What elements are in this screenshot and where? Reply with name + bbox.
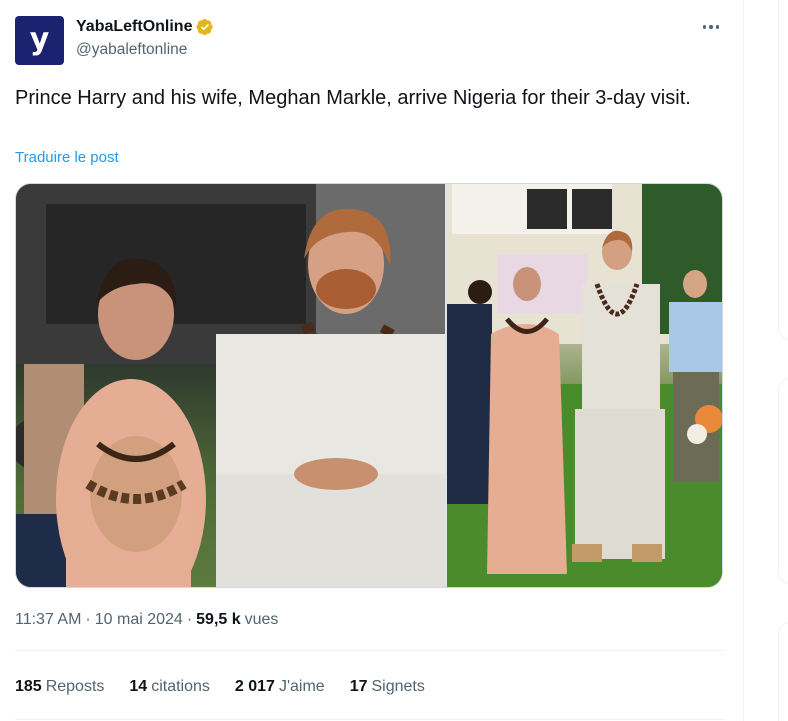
- views-count: 59,5 k: [196, 611, 241, 628]
- engagement-row: 185 Reposts 14 citations 2 017 J'aime 17…: [15, 678, 425, 696]
- tweet-time[interactable]: 11:37 AM: [15, 611, 81, 629]
- likes-count: 2 017: [234, 678, 275, 695]
- bookmarks-label: Signets: [371, 678, 425, 695]
- likes-stat[interactable]: 2 017 J'aime: [235, 678, 325, 696]
- tweet-photo-2[interactable]: [446, 184, 722, 587]
- sidebar-card: [778, 378, 788, 584]
- quotes-stat[interactable]: 14 citations: [129, 678, 210, 696]
- more-dot: [709, 25, 713, 29]
- sidebar-card: [778, 0, 788, 340]
- reposts-stat[interactable]: 185 Reposts: [15, 678, 104, 696]
- name-row: YabaLeftOnline: [76, 17, 214, 37]
- more-horizontal-icon[interactable]: [698, 17, 724, 37]
- likes-label: J'aime: [278, 678, 325, 695]
- avatar[interactable]: y: [15, 16, 64, 65]
- reposts-count: 185: [15, 678, 42, 695]
- views-label: vues: [244, 611, 279, 628]
- bookmarks-stat[interactable]: 17 Signets: [350, 678, 425, 696]
- tweet-timestamp-row: 11:37 AM · 10 mai 2024 · 59,5 k vues: [15, 611, 278, 629]
- divider: [15, 650, 725, 651]
- bookmarks-count: 17: [349, 678, 368, 695]
- tweet-photo-1[interactable]: [16, 184, 445, 587]
- media-grid: [15, 183, 723, 588]
- reposts-label: Reposts: [45, 678, 105, 695]
- user-block: YabaLeftOnline @yabaleftonline: [76, 17, 214, 59]
- display-name[interactable]: YabaLeftOnline: [76, 18, 192, 36]
- tweet-article[interactable]: y YabaLeftOnline @yabaleftonline Prince …: [0, 0, 744, 721]
- divider: [15, 719, 725, 720]
- sidebar-card: [778, 622, 788, 721]
- user-handle[interactable]: @yabaleftonline: [76, 41, 214, 59]
- separator: ·: [186, 611, 193, 628]
- separator: ·: [85, 611, 91, 628]
- quotes-count: 14: [129, 678, 148, 695]
- tweet-text: Prince Harry and his wife, Meghan Markle…: [15, 87, 691, 109]
- photo-2-illustration: [446, 184, 722, 587]
- more-dot: [715, 25, 720, 29]
- avatar-logo: y: [29, 21, 50, 57]
- quotes-label: citations: [151, 678, 210, 695]
- verified-badge-icon[interactable]: [196, 18, 214, 36]
- column-border: [743, 0, 744, 721]
- more-dot: [702, 25, 707, 29]
- translate-post-link[interactable]: Traduire le post: [15, 149, 119, 166]
- photo-1-illustration: [16, 184, 445, 587]
- tweet-date[interactable]: 10 mai 2024: [95, 611, 183, 629]
